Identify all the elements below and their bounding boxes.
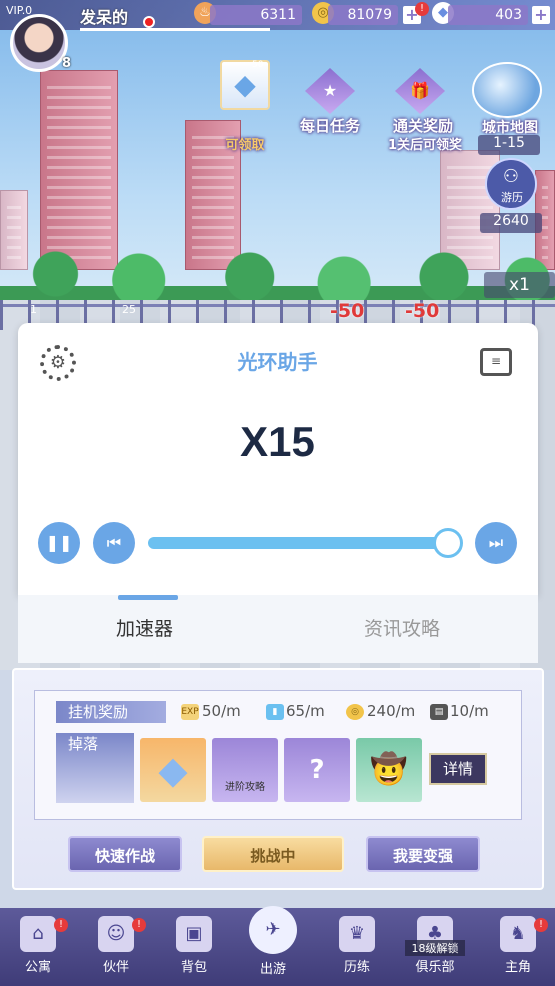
tab-guides[interactable]: 资讯攻略 [364,614,440,641]
claim-label[interactable]: 可领取 [210,134,280,153]
chat-icon[interactable]: ≡ [480,348,512,376]
badge: ! [415,2,429,16]
pause-button[interactable]: ❚❚ [38,522,80,564]
exp-rate: 50/m [202,702,241,720]
ticket-rate: 10/m [450,702,489,720]
city-map-label[interactable]: 城市地图 [470,117,550,137]
player-name: 发呆的 [80,8,129,27]
daily-task-label[interactable]: 每日任务 [285,115,375,136]
city-map-icon[interactable] [472,62,542,118]
mystery-character-drop[interactable]: ? [284,738,350,802]
exp-icon: EXP [181,704,199,720]
challenge-button[interactable]: 挑战中 [202,836,344,872]
stage-indicator: 1-15 [478,135,540,155]
nav-travel[interactable]: ✈ 出游 [243,902,303,977]
quick-battle-button[interactable]: 快速作战 [68,836,182,872]
hat-drop[interactable]: 🤠 [356,738,422,802]
clear-reward-sub: 1关后可领奖 [387,138,463,153]
badge: ! [534,918,548,932]
exp-bar [80,28,270,31]
notification-dot [143,16,155,28]
coin-icon: ◎ [346,704,364,720]
diamond-resource: 403 [448,5,528,25]
drop-label: 掉落 [56,733,134,803]
club-unlock-note: 18级解锁 [405,940,465,956]
active-tab-indicator [118,595,178,600]
guide-book-text: 进阶攻略 [225,782,265,793]
damage-number: -50 [330,300,365,322]
nav-training[interactable]: ♛ 历练 [327,912,387,982]
badge: ! [54,918,68,932]
coin-resource: 81079 [328,5,398,25]
trophy-icon: ♛ [339,916,375,952]
coin-rate: 240/m [367,702,416,720]
battle-stat: 25 [122,303,136,316]
clear-reward-label[interactable]: 通关奖励 [378,115,468,136]
protagonist-icon: ♞ [500,916,536,952]
plane-icon: ✈ [249,906,297,954]
travel-label: 游历 [501,191,523,204]
claim-count: 50 [252,60,264,70]
detail-button[interactable]: 详情 [429,753,487,785]
nav-backpack[interactable]: ▣ 背包 [164,912,224,982]
helper-title: 光环助手 [237,350,318,374]
player-level: 8 [62,56,72,71]
diamond-drop[interactable]: ◆ [140,738,206,802]
idle-reward-label: 挂机奖励 [56,701,166,723]
battle-stat: 1 [30,303,37,316]
previous-button[interactable]: ⏮ [93,522,135,564]
speed-slider-track[interactable] [148,537,448,549]
avatar[interactable] [10,14,68,72]
bottle-icon: ▮ [266,704,284,720]
partner-icon: ☺ [98,916,134,952]
next-button[interactable]: ⏭ [475,522,517,564]
helper-tabs [18,595,538,663]
get-stronger-button[interactable]: 我要变强 [366,836,480,872]
speed-multiplier: X15 [240,418,315,465]
guide-book-drop[interactable]: 进阶攻略 [212,738,278,802]
speed-slider-handle[interactable] [433,528,463,558]
bottle-rate: 65/m [286,702,325,720]
tab-accelerator[interactable]: 加速器 [116,614,173,641]
travel-value: 2640 [480,213,542,233]
building [40,70,118,270]
flame-resource: 6311 [210,5,302,25]
ticket-icon: ▤ [430,704,448,720]
badge: ! [132,918,146,932]
backpack-icon: ▣ [176,916,212,952]
damage-number: -50 [405,300,440,322]
add-diamond-button[interactable]: + [532,6,550,24]
speed-toggle[interactable]: x1 [484,272,555,298]
apartment-icon: ⌂ [20,916,56,952]
